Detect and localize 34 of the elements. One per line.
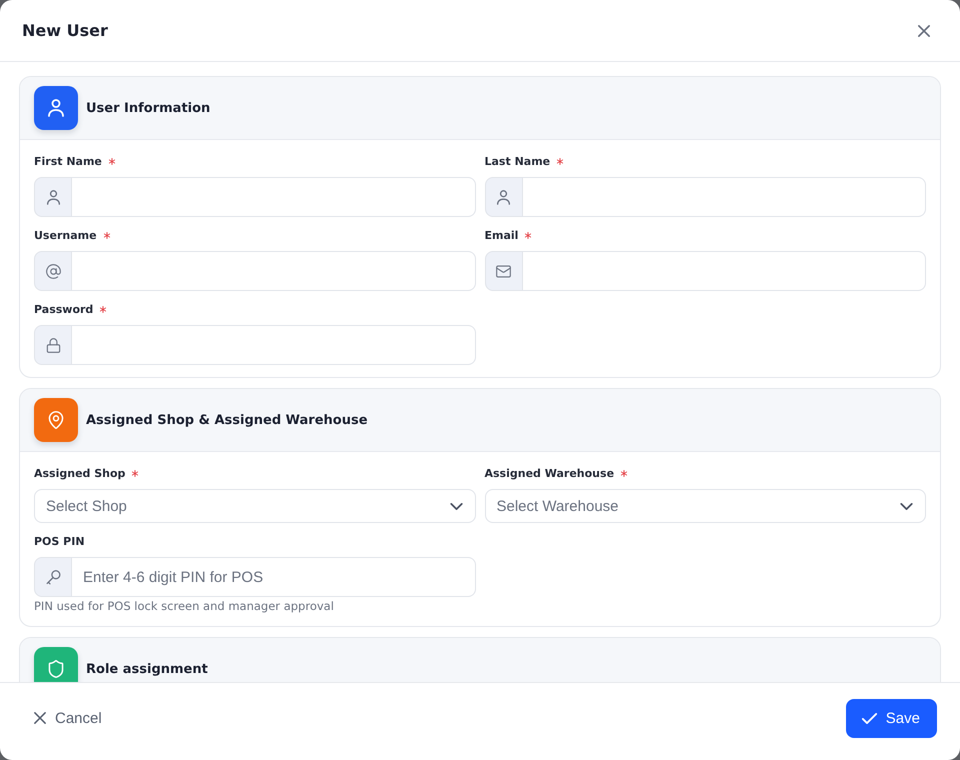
dropdown[interactable]: Select Shop [34, 489, 476, 523]
close-icon [918, 24, 930, 36]
section-title: User Information [86, 100, 210, 116]
check-icon [862, 712, 877, 724]
section-title: Assigned Shop & Assigned Warehouse [86, 412, 368, 428]
field-label: Username [34, 228, 97, 242]
field-label: Assigned Shop [34, 466, 126, 480]
dropdown[interactable]: Select Warehouse [484, 489, 926, 523]
envelope-icon [484, 251, 522, 291]
input-field[interactable] [72, 251, 476, 291]
field-label: Assigned Warehouse [484, 466, 614, 480]
helper-text: PIN used for POS lock screen and manager approval [34, 599, 335, 614]
dialog-title: New User [22, 21, 108, 40]
field-label: First Name [34, 154, 102, 168]
person-icon [34, 177, 72, 217]
lock-icon [34, 325, 72, 365]
person-icon [484, 177, 522, 217]
close-icon [34, 712, 46, 724]
input-field[interactable] [72, 177, 476, 217]
input-field[interactable] [522, 177, 926, 217]
input-field[interactable]: Enter 4-6 digit PIN for POS [72, 557, 476, 597]
chevron-down-icon [450, 502, 462, 510]
cancel-button[interactable]: Cancel [22, 700, 114, 736]
input-field[interactable] [72, 325, 476, 365]
section-title: Role assignment [86, 662, 208, 676]
chevron-down-icon [900, 502, 913, 510]
input-field[interactable] [522, 251, 926, 291]
at-sign-icon [34, 251, 72, 291]
field-label: Email [484, 228, 518, 242]
save-button[interactable]: Save [846, 698, 937, 738]
field-label: Password [34, 302, 94, 316]
field-label: POS PIN [34, 534, 85, 548]
field-label: Last Name [484, 154, 550, 168]
key-icon [34, 557, 72, 597]
